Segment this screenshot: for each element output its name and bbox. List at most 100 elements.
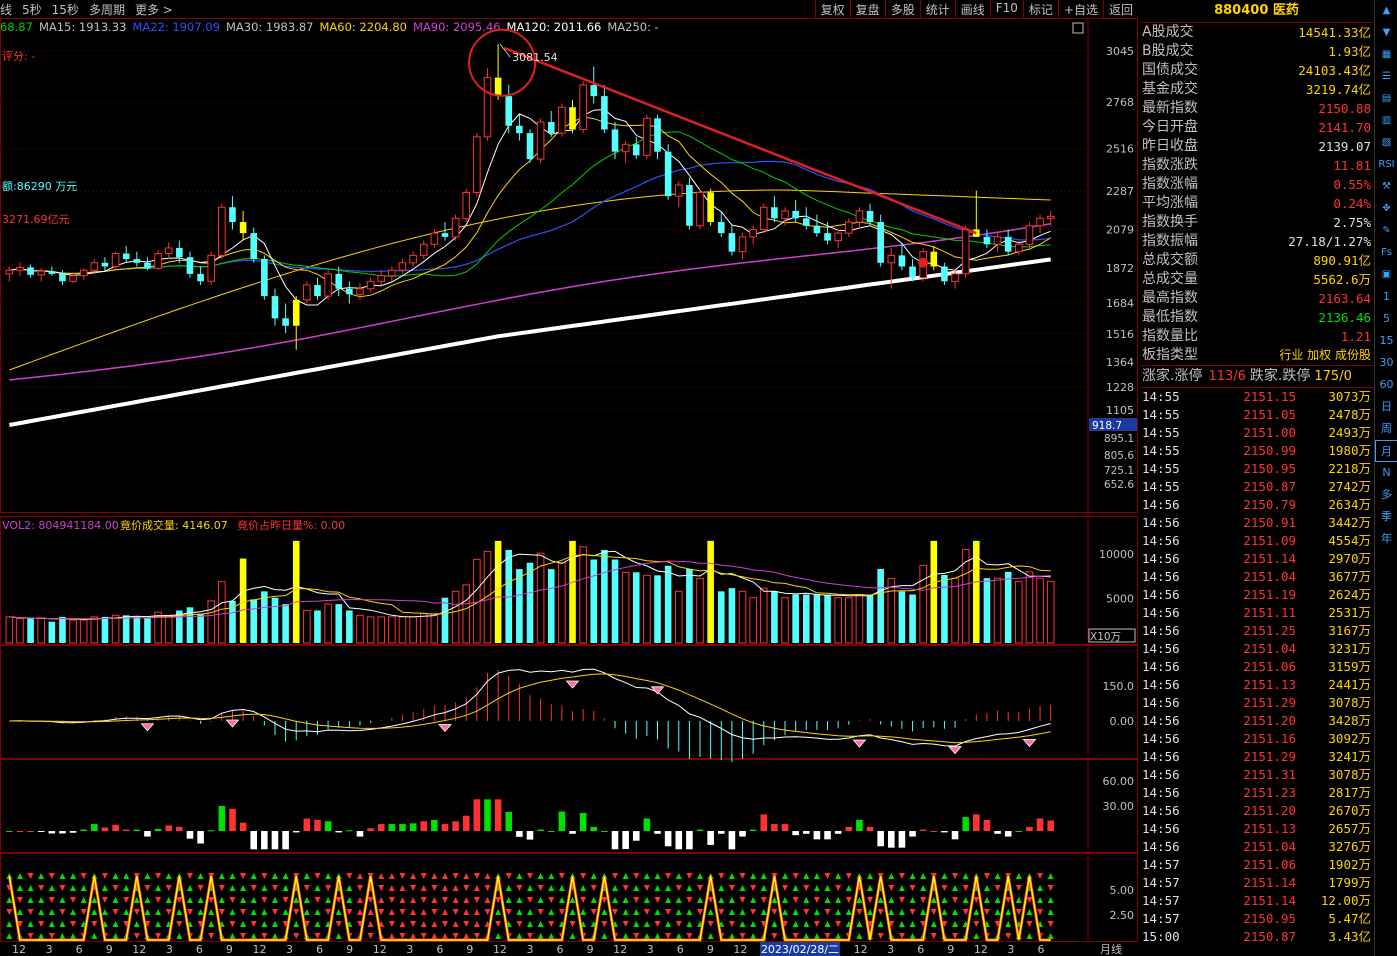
period-日-icon[interactable]: 日 (1375, 396, 1397, 418)
doc-icon[interactable]: ▧ (1375, 132, 1397, 154)
candle-63[interactable] (674, 181, 683, 208)
candle-44[interactable] (473, 133, 481, 197)
period-5-icon[interactable]: 5 (1375, 308, 1397, 330)
Fs-icon[interactable]: Fs (1375, 242, 1397, 264)
candle-76[interactable] (813, 214, 821, 237)
candle-81[interactable] (866, 203, 874, 226)
candle-14[interactable] (154, 249, 162, 271)
period-1-icon[interactable]: 1 (1375, 286, 1397, 308)
candle-49[interactable] (526, 129, 534, 163)
up-arrow-icon[interactable]: ▲ (1375, 0, 1397, 22)
candle-22[interactable] (239, 210, 247, 241)
period-多-icon[interactable]: 多 (1375, 484, 1397, 506)
candle-27[interactable] (292, 296, 300, 350)
candle-10[interactable] (111, 251, 120, 269)
candle-29[interactable] (314, 277, 321, 300)
tick-list[interactable]: 14:55 2151.15 3073万 14:55 2151.05 2478万 14:55 2… (1140, 388, 1373, 946)
candle-28[interactable] (303, 281, 311, 304)
candle-20[interactable] (218, 203, 226, 260)
candle-60[interactable] (643, 114, 651, 160)
candle-42[interactable] (451, 214, 460, 241)
candle-69[interactable] (738, 233, 747, 260)
candle-11[interactable] (122, 246, 130, 263)
period-30-icon[interactable]: 30 (1375, 352, 1397, 374)
candle-58[interactable] (621, 140, 630, 163)
candle-71[interactable] (759, 203, 768, 234)
period-60-icon[interactable]: 60 (1375, 374, 1397, 396)
candle-26[interactable] (282, 303, 289, 334)
period-月-icon[interactable]: 月 (1375, 440, 1397, 462)
candle-93[interactable] (993, 233, 1002, 252)
candle-38[interactable] (409, 251, 417, 267)
candle-45[interactable] (483, 68, 492, 141)
candle-39[interactable] (419, 240, 428, 260)
candle-74[interactable] (792, 199, 799, 223)
candle-4[interactable] (48, 266, 56, 276)
candle-94[interactable] (1004, 229, 1012, 256)
candle-90[interactable] (961, 225, 970, 278)
candle-52[interactable] (558, 103, 566, 137)
candle-17[interactable] (186, 251, 194, 278)
candle-2[interactable] (27, 264, 34, 278)
candle-36[interactable] (388, 266, 396, 282)
candle-61[interactable] (654, 114, 661, 160)
candle-79[interactable] (844, 218, 853, 237)
candle-30[interactable] (324, 270, 332, 300)
candle-46[interactable] (494, 44, 502, 100)
candle-87[interactable] (930, 246, 938, 271)
candle-18[interactable] (197, 266, 204, 286)
candle-77[interactable] (824, 222, 831, 245)
list-icon[interactable]: ☰ (1375, 66, 1397, 88)
candle-48[interactable] (516, 114, 523, 141)
candle-72[interactable] (771, 196, 778, 223)
period-15-icon[interactable]: 15 (1375, 330, 1397, 352)
period-季-icon[interactable]: 季 (1375, 506, 1397, 528)
period-周-icon[interactable]: 周 (1375, 418, 1397, 440)
candle-24[interactable] (261, 255, 268, 300)
candle-35[interactable] (377, 270, 386, 286)
candle-54[interactable] (579, 81, 587, 134)
period-年-icon[interactable]: 年 (1375, 528, 1397, 550)
candle-96[interactable] (1025, 222, 1034, 248)
candle-88[interactable] (941, 262, 948, 286)
candle-65[interactable] (696, 188, 704, 230)
candle-1[interactable] (16, 262, 24, 276)
candle-47[interactable] (505, 85, 513, 134)
candle-56[interactable] (601, 85, 608, 134)
candle-33[interactable] (356, 283, 364, 300)
candle-62[interactable] (664, 144, 672, 200)
candle-16[interactable] (176, 240, 183, 263)
move-icon[interactable]: ✥ (1375, 198, 1397, 220)
candle-23[interactable] (250, 227, 258, 263)
candle-19[interactable] (207, 251, 216, 286)
candle-78[interactable] (834, 229, 842, 248)
candle-43[interactable] (462, 188, 471, 223)
candle-15[interactable] (164, 242, 173, 260)
chart-area[interactable]: 3081.54 评分: - 额:86290 万元 3271.69亿元 VOL2: 80… (0, 0, 1138, 956)
candle-25[interactable] (271, 288, 279, 326)
candle-34[interactable] (366, 277, 375, 293)
candle-53[interactable] (569, 99, 576, 134)
box-icon[interactable]: ▣ (1375, 264, 1397, 286)
table-icon[interactable]: ▤ (1375, 88, 1397, 110)
chart-icon[interactable]: ▥ (1375, 110, 1397, 132)
candle-66[interactable] (707, 188, 714, 226)
candle-12[interactable] (133, 251, 141, 267)
candle-97[interactable] (1036, 214, 1044, 234)
tools-icon[interactable]: ⚒ (1375, 176, 1397, 198)
candle-84[interactable] (898, 244, 906, 271)
down-arrow-icon[interactable]: ▼ (1375, 22, 1397, 44)
candle-82[interactable] (877, 214, 884, 267)
candle-50[interactable] (536, 118, 545, 163)
candle-64[interactable] (686, 177, 693, 230)
candle-13[interactable] (144, 257, 151, 271)
candle-92[interactable] (983, 229, 991, 248)
pen-icon[interactable]: ✎ (1375, 220, 1397, 242)
candle-57[interactable] (611, 122, 619, 160)
candle-70[interactable] (749, 225, 757, 245)
grid-icon[interactable]: ▦ (1375, 44, 1397, 66)
candle-21[interactable] (229, 196, 236, 230)
candle-51[interactable] (547, 110, 555, 137)
period-N-icon[interactable]: N (1375, 462, 1397, 484)
candle-80[interactable] (855, 207, 864, 230)
